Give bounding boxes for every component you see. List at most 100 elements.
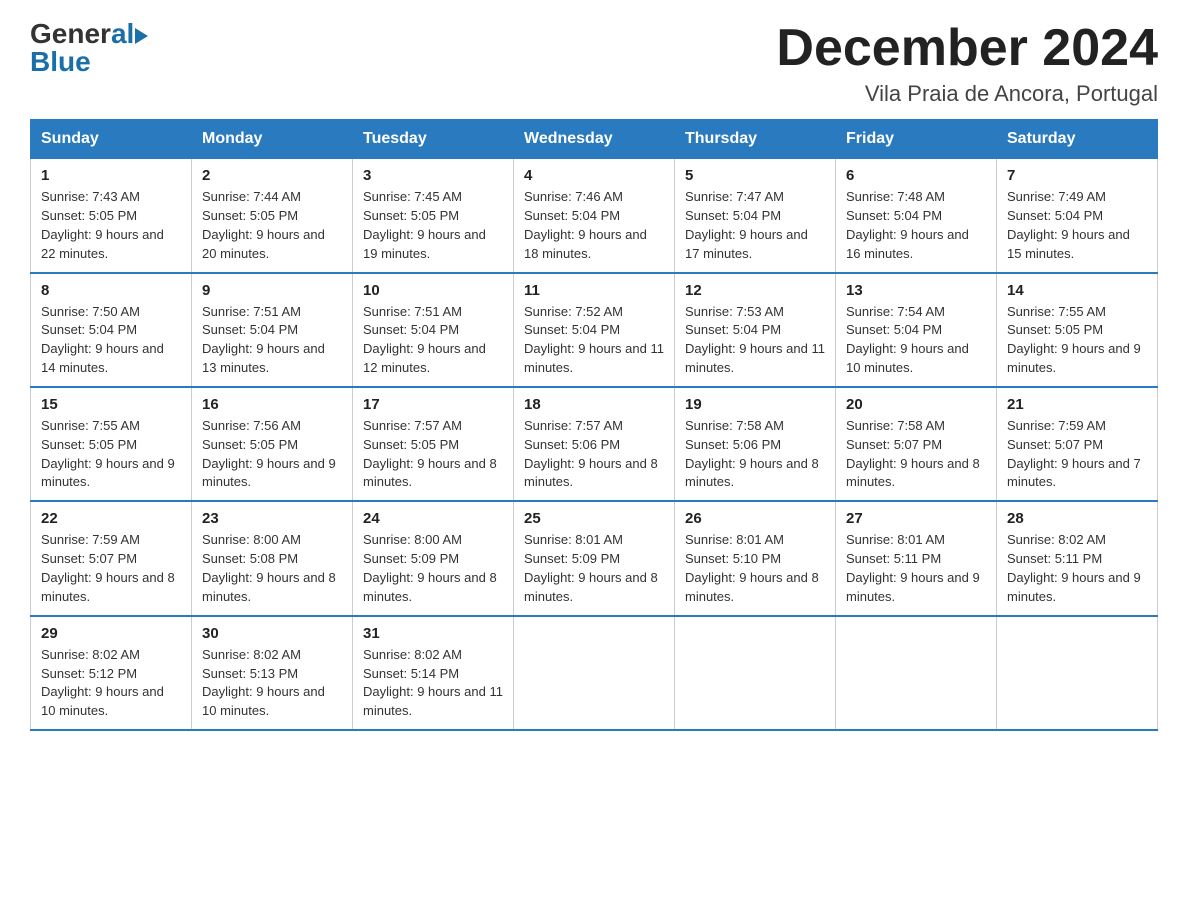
day-info: Sunrise: 7:57 AMSunset: 5:06 PMDaylight:… <box>524 418 658 490</box>
day-info: Sunrise: 7:59 AMSunset: 5:07 PMDaylight:… <box>41 532 175 604</box>
calendar-cell: 4 Sunrise: 7:46 AMSunset: 5:04 PMDaylight… <box>514 159 675 273</box>
calendar-cell <box>514 616 675 730</box>
day-number: 29 <box>41 625 181 642</box>
calendar-week-row: 29Sunrise: 8:02 AMSunset: 5:12 PMDayligh… <box>31 616 1158 730</box>
calendar-header-friday: Friday <box>836 120 997 159</box>
day-info: Sunrise: 7:52 AMSunset: 5:04 PMDaylight:… <box>524 304 664 376</box>
day-info: Sunrise: 8:00 AMSunset: 5:08 PMDaylight:… <box>202 532 336 604</box>
day-number: 3 <box>363 167 503 184</box>
day-info: Sunrise: 7:56 AMSunset: 5:05 PMDaylight:… <box>202 418 336 490</box>
day-number: 5 <box>685 167 825 184</box>
day-info: Sunrise: 7:45 AMSunset: 5:05 PMDaylight:… <box>363 189 486 261</box>
day-number: 18 <box>524 396 664 413</box>
calendar-week-row: 22 Sunrise: 7:59 AMSunset: 5:07 PMDayligh… <box>31 501 1158 615</box>
day-info: Sunrise: 8:01 AMSunset: 5:09 PMDaylight:… <box>524 532 658 604</box>
day-number: 31 <box>363 625 503 642</box>
day-number: 16 <box>202 396 342 413</box>
page-header: General Blue December 2024 Vila Praia de… <box>30 20 1158 107</box>
calendar-header-row: SundayMondayTuesdayWednesdayThursdayFrid… <box>31 120 1158 159</box>
logo-blue-text: Blue <box>30 48 91 76</box>
calendar-cell: 23 Sunrise: 8:00 AMSunset: 5:08 PMDayligh… <box>192 501 353 615</box>
day-number: 1 <box>41 167 181 184</box>
day-info: Sunrise: 7:53 AMSunset: 5:04 PMDaylight:… <box>685 304 825 376</box>
day-info: Sunrise: 8:01 AMSunset: 5:10 PMDaylight:… <box>685 532 819 604</box>
day-number: 15 <box>41 396 181 413</box>
day-info: Sunrise: 7:57 AMSunset: 5:05 PMDaylight:… <box>363 418 497 490</box>
day-number: 22 <box>41 510 181 527</box>
day-info: Sunrise: 8:01 AMSunset: 5:11 PMDaylight:… <box>846 532 980 604</box>
day-info: Sunrise: 7:55 AMSunset: 5:05 PMDaylight:… <box>1007 304 1141 376</box>
calendar-cell: 29Sunrise: 8:02 AMSunset: 5:12 PMDayligh… <box>31 616 192 730</box>
day-info: Sunrise: 8:02 AMSunset: 5:13 PMDaylight:… <box>202 647 325 719</box>
logo: General Blue <box>30 20 148 76</box>
day-number: 27 <box>846 510 986 527</box>
day-number: 8 <box>41 282 181 299</box>
day-number: 24 <box>363 510 503 527</box>
day-number: 17 <box>363 396 503 413</box>
calendar-cell <box>836 616 997 730</box>
calendar-cell: 21 Sunrise: 7:59 AMSunset: 5:07 PMDayligh… <box>997 387 1158 501</box>
calendar-cell: 2 Sunrise: 7:44 AMSunset: 5:05 PMDaylight… <box>192 159 353 273</box>
calendar-cell: 30 Sunrise: 8:02 AMSunset: 5:13 PMDayligh… <box>192 616 353 730</box>
day-info: Sunrise: 7:59 AMSunset: 5:07 PMDaylight:… <box>1007 418 1141 490</box>
calendar-cell: 12 Sunrise: 7:53 AMSunset: 5:04 PMDayligh… <box>675 273 836 387</box>
day-number: 21 <box>1007 396 1147 413</box>
calendar-cell: 22 Sunrise: 7:59 AMSunset: 5:07 PMDayligh… <box>31 501 192 615</box>
day-info: Sunrise: 7:49 AMSunset: 5:04 PMDaylight:… <box>1007 189 1130 261</box>
day-number: 2 <box>202 167 342 184</box>
calendar-header-sunday: Sunday <box>31 120 192 159</box>
calendar-cell: 20 Sunrise: 7:58 AMSunset: 5:07 PMDayligh… <box>836 387 997 501</box>
day-number: 12 <box>685 282 825 299</box>
calendar-cell: 19Sunrise: 7:58 AMSunset: 5:06 PMDayligh… <box>675 387 836 501</box>
day-info: Sunrise: 7:48 AMSunset: 5:04 PMDaylight:… <box>846 189 969 261</box>
calendar-header-saturday: Saturday <box>997 120 1158 159</box>
day-number: 13 <box>846 282 986 299</box>
calendar-cell: 24 Sunrise: 8:00 AMSunset: 5:09 PMDayligh… <box>353 501 514 615</box>
day-info: Sunrise: 7:50 AMSunset: 5:04 PMDaylight:… <box>41 304 164 376</box>
logo-general-text: General <box>30 20 148 48</box>
calendar-header-thursday: Thursday <box>675 120 836 159</box>
calendar-cell: 25Sunrise: 8:01 AMSunset: 5:09 PMDayligh… <box>514 501 675 615</box>
calendar-cell: 26 Sunrise: 8:01 AMSunset: 5:10 PMDayligh… <box>675 501 836 615</box>
calendar-cell: 14 Sunrise: 7:55 AMSunset: 5:05 PMDayligh… <box>997 273 1158 387</box>
day-number: 14 <box>1007 282 1147 299</box>
calendar-subtitle: Vila Praia de Ancora, Portugal <box>776 81 1158 107</box>
calendar-week-row: 1Sunrise: 7:43 AMSunset: 5:05 PMDaylight… <box>31 159 1158 273</box>
day-info: Sunrise: 7:46 AMSunset: 5:04 PMDaylight:… <box>524 189 647 261</box>
day-number: 6 <box>846 167 986 184</box>
day-number: 7 <box>1007 167 1147 184</box>
calendar-header-wednesday: Wednesday <box>514 120 675 159</box>
day-number: 30 <box>202 625 342 642</box>
day-number: 20 <box>846 396 986 413</box>
day-number: 9 <box>202 282 342 299</box>
day-info: Sunrise: 7:51 AMSunset: 5:04 PMDaylight:… <box>363 304 486 376</box>
calendar-cell: 7 Sunrise: 7:49 AMSunset: 5:04 PMDaylight… <box>997 159 1158 273</box>
day-number: 11 <box>524 282 664 299</box>
calendar-cell <box>675 616 836 730</box>
day-number: 26 <box>685 510 825 527</box>
calendar-cell: 1Sunrise: 7:43 AMSunset: 5:05 PMDaylight… <box>31 159 192 273</box>
day-number: 4 <box>524 167 664 184</box>
calendar-cell: 11 Sunrise: 7:52 AMSunset: 5:04 PMDayligh… <box>514 273 675 387</box>
day-info: Sunrise: 7:47 AMSunset: 5:04 PMDaylight:… <box>685 189 808 261</box>
calendar-cell: 3 Sunrise: 7:45 AMSunset: 5:05 PMDaylight… <box>353 159 514 273</box>
day-number: 23 <box>202 510 342 527</box>
calendar-title: December 2024 <box>776 20 1158 77</box>
day-info: Sunrise: 7:44 AMSunset: 5:05 PMDaylight:… <box>202 189 325 261</box>
calendar-cell: 13 Sunrise: 7:54 AMSunset: 5:04 PMDayligh… <box>836 273 997 387</box>
calendar-cell: 15 Sunrise: 7:55 AMSunset: 5:05 PMDayligh… <box>31 387 192 501</box>
day-info: Sunrise: 7:51 AMSunset: 5:04 PMDaylight:… <box>202 304 325 376</box>
calendar-cell: 10Sunrise: 7:51 AMSunset: 5:04 PMDayligh… <box>353 273 514 387</box>
day-info: Sunrise: 7:54 AMSunset: 5:04 PMDaylight:… <box>846 304 969 376</box>
day-info: Sunrise: 7:58 AMSunset: 5:07 PMDaylight:… <box>846 418 980 490</box>
calendar-cell <box>997 616 1158 730</box>
calendar-week-row: 15 Sunrise: 7:55 AMSunset: 5:05 PMDayligh… <box>31 387 1158 501</box>
calendar-cell: 27 Sunrise: 8:01 AMSunset: 5:11 PMDayligh… <box>836 501 997 615</box>
calendar-cell: 16 Sunrise: 7:56 AMSunset: 5:05 PMDayligh… <box>192 387 353 501</box>
day-number: 28 <box>1007 510 1147 527</box>
calendar-header-tuesday: Tuesday <box>353 120 514 159</box>
day-info: Sunrise: 7:55 AMSunset: 5:05 PMDaylight:… <box>41 418 175 490</box>
calendar-header-monday: Monday <box>192 120 353 159</box>
day-info: Sunrise: 8:00 AMSunset: 5:09 PMDaylight:… <box>363 532 497 604</box>
calendar-week-row: 8 Sunrise: 7:50 AMSunset: 5:04 PMDaylight… <box>31 273 1158 387</box>
